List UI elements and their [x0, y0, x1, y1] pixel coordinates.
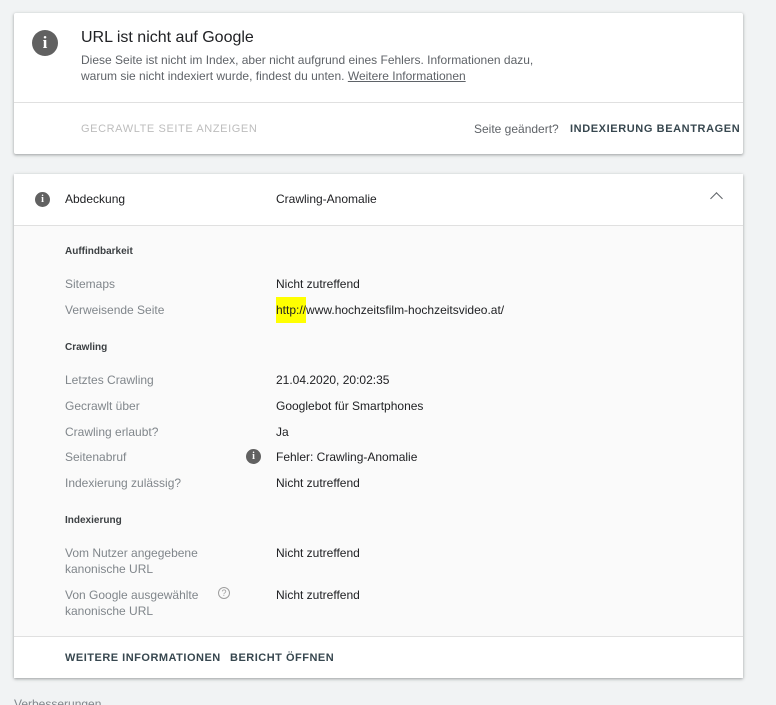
row-label-last-crawl: Letztes Crawling — [65, 373, 154, 387]
view-crawled-page-button[interactable]: GECRAWLTE SEITE ANZEIGEN — [81, 123, 257, 135]
status-summary: i URL ist nicht auf Google Diese Seite i… — [14, 13, 743, 103]
row-value-indexing-allowed: Nicht zutreffend — [276, 476, 360, 490]
open-report-button[interactable]: BERICHT ÖFFNEN — [230, 652, 334, 664]
request-indexing-button[interactable]: INDEXIERUNG BEANTRAGEN — [570, 123, 740, 135]
status-title: URL ist nicht auf Google — [81, 29, 254, 46]
row-label-page-fetch: Seitenabruf — [65, 450, 127, 464]
row-label-sitemaps: Sitemaps — [65, 277, 116, 291]
info-icon: i — [35, 192, 50, 207]
coverage-label: Abdeckung — [65, 192, 126, 206]
referring-url-rest: www.hochzeitsfilm-hochzeitsvideo.at/ — [306, 303, 505, 317]
row-label-crawl-allowed: Crawling erlaubt? — [65, 425, 159, 439]
coverage-card: i Abdeckung Crawling-Anomalie Auffindbar… — [14, 174, 743, 678]
row-value-last-crawl: 21.04.2020, 20:02:35 — [276, 373, 390, 387]
row-label-indexing-allowed: Indexierung zulässig? — [65, 476, 182, 490]
chevron-up-icon[interactable] — [710, 192, 723, 205]
coverage-footer: WEITERE INFORMATIONEN BERICHT ÖFFNEN — [14, 636, 743, 678]
row-value-google-canonical: Nicht zutreffend — [276, 588, 360, 602]
row-value-crawled-as: Googlebot für Smartphones — [276, 399, 424, 413]
help-icon[interactable]: ? — [218, 587, 230, 599]
info-icon[interactable]: i — [246, 449, 261, 464]
status-description: Diese Seite ist nicht im Index, aber nic… — [81, 52, 551, 84]
row-label-user-canonical: Vom Nutzer angegebene kanonische URL — [65, 546, 198, 576]
section-title-discovery: Auffindbarkeit — [65, 246, 133, 257]
learn-more-link[interactable]: Weitere Informationen — [348, 69, 466, 83]
row-value-user-canonical: Nicht zutreffend — [276, 546, 360, 560]
row-value-sitemaps: Nicht zutreffend — [276, 277, 360, 291]
coverage-header[interactable]: i Abdeckung Crawling-Anomalie — [14, 174, 743, 226]
row-value-page-fetch: Fehler: Crawling-Anomalie — [276, 450, 418, 464]
highlighted-protocol: http:// — [276, 297, 307, 323]
row-label-crawled-as: Gecrawlt über — [65, 399, 140, 413]
section-title-indexing: Indexierung — [65, 515, 122, 526]
enhancements-section-label: Verbesserungen — [14, 697, 102, 705]
info-icon: i — [32, 30, 58, 56]
row-value-referring-page: http://www.hochzeitsfilm-hochzeitsvideo.… — [276, 297, 505, 323]
row-value-crawl-allowed: Ja — [276, 425, 289, 439]
coverage-value: Crawling-Anomalie — [276, 192, 377, 206]
page-changed-text: Seite geändert? — [474, 122, 559, 136]
section-title-crawling: Crawling — [65, 342, 108, 353]
row-label-referring-page: Verweisende Seite — [65, 303, 165, 317]
learn-more-button[interactable]: WEITERE INFORMATIONEN — [65, 652, 221, 664]
row-label-google-canonical: Von Google ausgewählte kanonische URL — [65, 588, 199, 618]
